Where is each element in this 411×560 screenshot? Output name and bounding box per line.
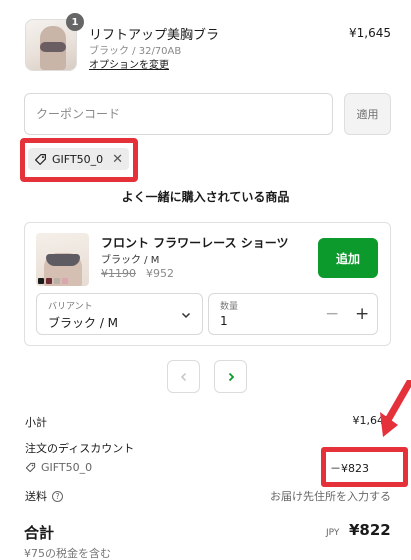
original-price: ¥1190 [101, 267, 136, 280]
chevron-down-icon [181, 312, 191, 319]
recommended-product-variant: ブラック / M [101, 255, 160, 266]
discount-label: 注文のディスカウント [25, 442, 135, 455]
coupon-code-input[interactable] [24, 93, 333, 135]
currency-code: JPY [326, 528, 340, 538]
recommended-image-garment [46, 254, 80, 266]
color-swatches [38, 278, 68, 284]
increase-quantity-button[interactable]: + [355, 304, 369, 324]
recommended-product-title: フロント フラワーレース ショーツ [101, 236, 289, 250]
chevron-left-icon [180, 372, 186, 381]
variant-field-label: バリアント [48, 302, 93, 312]
chevron-right-icon [228, 372, 234, 381]
item-title: リフトアップ美胸ブラ [89, 28, 220, 43]
shipping-row: 送料 ? [25, 488, 63, 504]
add-to-cart-button[interactable]: 追加 [318, 238, 378, 278]
discount-value: －¥823 [330, 462, 369, 475]
decrease-quantity-button[interactable]: − [325, 304, 339, 324]
info-icon[interactable]: ? [52, 490, 63, 502]
quantity-stepper: 数量 1 − + [208, 293, 378, 335]
red-arrow-icon [380, 380, 411, 437]
apply-coupon-button[interactable]: 適用 [344, 93, 391, 135]
color-swatch [54, 278, 60, 284]
quantity-field-value[interactable]: 1 [220, 314, 228, 328]
item-price: ¥1,645 [349, 26, 391, 40]
total-label: 合計 [24, 524, 55, 542]
tax-note: ¥75の税金を含む [24, 547, 111, 560]
remove-coupon-icon[interactable]: ✕ [112, 152, 123, 167]
item-variant: ブラック / 32/70AB [89, 46, 182, 57]
shipping-value: お届け先住所を入力する [270, 490, 391, 503]
tag-icon [35, 153, 46, 165]
discount-code-row: GIFT50_0 [25, 461, 92, 474]
product-image-garment [40, 42, 66, 52]
applied-coupon-chip: GIFT50_0 ✕ [28, 148, 130, 170]
variant-field-value: ブラック / M [48, 316, 119, 330]
sale-price: ¥952 [146, 267, 174, 280]
recommended-section-title: よく一緒に購入されている商品 [121, 190, 290, 204]
previous-recommendation-button[interactable] [167, 360, 200, 393]
tag-icon [25, 462, 36, 473]
change-option-link[interactable]: オプションを変更 [89, 56, 169, 71]
discount-code: GIFT50_0 [41, 461, 93, 474]
total-value: ¥822 [349, 521, 391, 539]
color-swatch [46, 278, 52, 284]
next-recommendation-button[interactable] [214, 360, 247, 393]
color-swatch [38, 278, 44, 284]
applied-coupon-code: GIFT50_0 [52, 152, 104, 166]
quantity-field-label: 数量 [220, 302, 239, 312]
color-swatch [62, 278, 68, 284]
variant-select[interactable]: バリアント ブラック / M [36, 293, 203, 335]
shipping-label: 送料 [25, 490, 47, 503]
quantity-badge: 1 [66, 13, 84, 31]
subtotal-label: 小計 [25, 416, 47, 429]
